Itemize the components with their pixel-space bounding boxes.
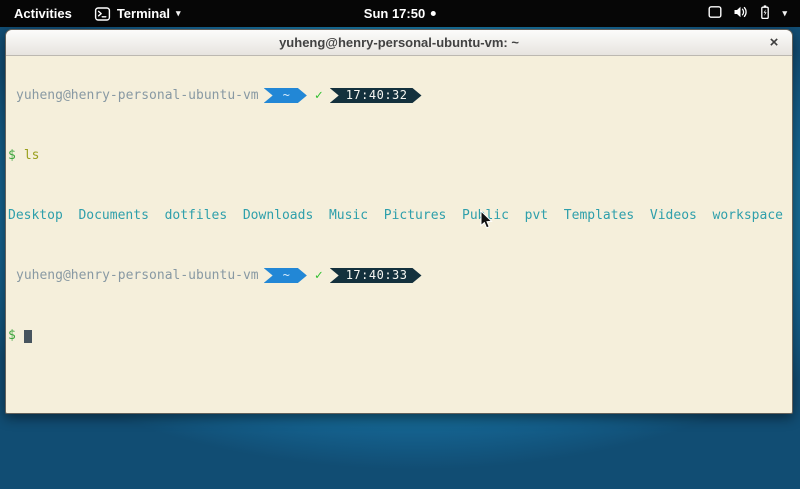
status-check-icon: ✓ [315,268,323,283]
app-menu-terminal[interactable]: Terminal ▾ [86,0,189,27]
clock-button[interactable]: Sun 17:50 [356,0,444,27]
directory-entry: Downloads [243,208,313,223]
current-command-line[interactable]: $ [8,328,792,343]
ls-output-line: Desktop Documents dotfiles Downloads Mus… [8,208,792,223]
directory-entry: Desktop [8,208,63,223]
battery-charging-icon [757,4,773,23]
prompt-line: yuheng@henry-personal-ubuntu-vm ~ ✓ 17:4… [8,88,792,103]
directory-entry: Music [329,208,368,223]
typed-command: ls [24,148,40,163]
clock-label: Sun 17:50 [364,6,425,21]
chevron-down-icon: ▾ [782,9,787,18]
prompt-time-segment: 17:40:33 [330,268,422,283]
status-check-icon: ✓ [315,88,323,103]
system-menu[interactable]: ▾ [694,0,800,27]
terminal-content[interactable]: yuheng@henry-personal-ubuntu-vm ~ ✓ 17:4… [6,56,792,413]
text-cursor [24,330,32,343]
shell-prompt-symbol: $ [8,328,16,343]
terminal-window: yuheng@henry-personal-ubuntu-vm: ~ × yuh… [5,29,793,414]
prompt-cwd-segment: ~ [264,268,307,283]
terminal-icon [94,6,111,22]
activities-button[interactable]: Activities [0,0,86,27]
titlebar[interactable]: yuheng@henry-personal-ubuntu-vm: ~ × [6,30,792,56]
directory-entry: Videos [650,208,697,223]
chevron-down-icon: ▾ [176,9,181,18]
prompt-line: yuheng@henry-personal-ubuntu-vm ~ ✓ 17:4… [8,268,792,283]
window-title: yuheng@henry-personal-ubuntu-vm: ~ [279,35,519,50]
prompt-username: yuheng@henry-personal-ubuntu-vm [8,88,259,103]
volume-icon [732,4,748,23]
command-line: $ ls [8,148,792,163]
directory-entry: workspace [713,208,783,223]
prompt-username: yuheng@henry-personal-ubuntu-vm [8,268,259,283]
prompt-cwd-segment: ~ [264,88,307,103]
screen-icon [707,4,723,23]
prompt-time-segment: 17:40:32 [330,88,422,103]
directory-entry: Pictures [384,208,447,223]
shell-prompt-symbol: $ [8,148,16,163]
top-bar: Activities Terminal ▾ Sun 17:50 [0,0,800,27]
directory-entry: dotfiles [165,208,228,223]
close-button[interactable]: × [765,34,783,52]
mouse-pointer-icon [480,210,494,235]
directory-entry: Documents [78,208,148,223]
directory-entry: Templates [564,208,634,223]
directory-entry: pvt [525,208,548,223]
notification-dot-icon [431,11,436,16]
app-menu-label: Terminal [117,6,170,21]
